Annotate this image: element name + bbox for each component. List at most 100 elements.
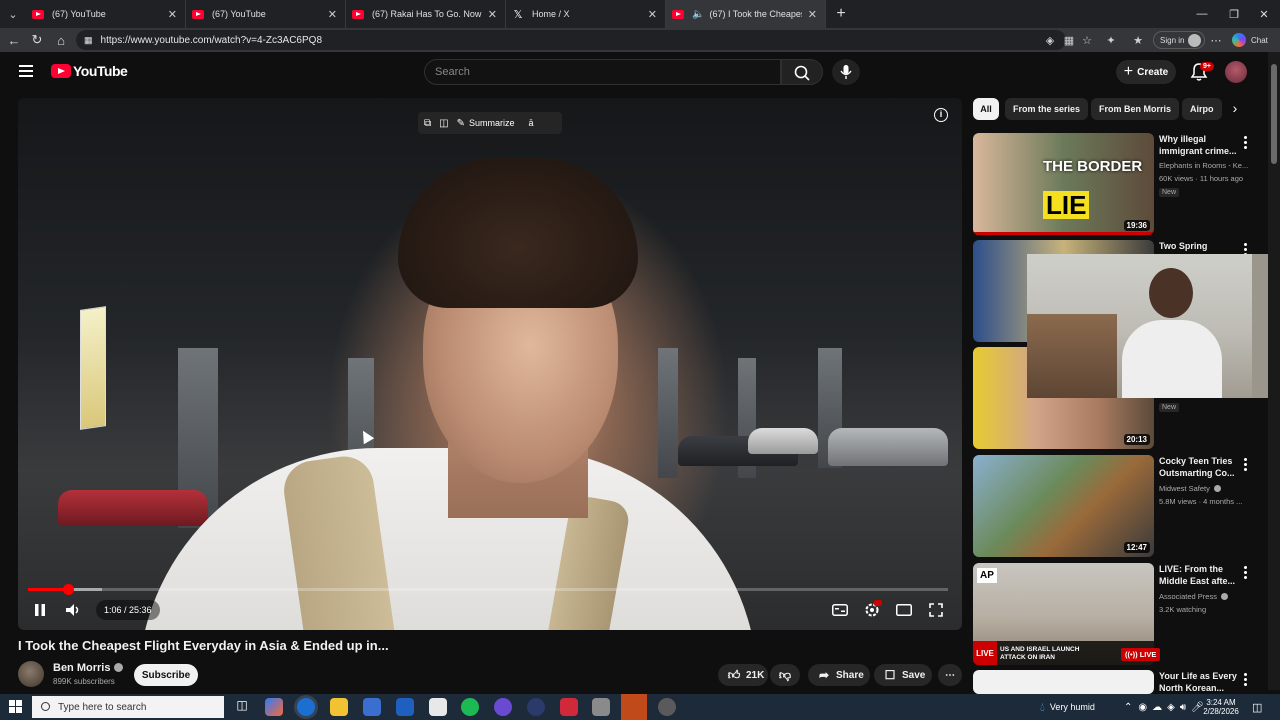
notification-center-icon[interactable]: ◫ (1252, 694, 1262, 720)
youtube-logo-text[interactable]: YouTube (73, 63, 128, 79)
dislike-button[interactable]: 👎︎ (770, 664, 800, 686)
minimize-icon[interactable]: — (1186, 0, 1218, 28)
close-window-icon[interactable]: ✕ (1248, 0, 1280, 28)
taskbar-search-input[interactable]: Type here to search (32, 696, 224, 718)
url-field[interactable]: ▦ https://www.youtube.com/watch?v=4-Zc3A… (76, 30, 1066, 50)
more-vertical-icon[interactable] (1244, 566, 1248, 581)
voice-search-button[interactable] (832, 59, 860, 85)
chip-airports[interactable]: Airpo (1182, 98, 1222, 120)
miniplayer-icon[interactable]: ◫ (439, 118, 448, 129)
refresh-icon[interactable]: ↻ (25, 28, 49, 52)
task-view-icon[interactable]: ◫ (233, 698, 251, 716)
like-button[interactable]: 👍︎ 21K (718, 664, 768, 686)
shield-app-icon[interactable] (592, 698, 610, 716)
recommendation-channel[interactable]: Midwest Safety (1159, 484, 1254, 494)
close-tab-icon[interactable]: ✕ (488, 8, 497, 21)
cloud-icon[interactable]: ☁ (1152, 702, 1162, 713)
more-vertical-icon[interactable] (1244, 136, 1248, 151)
recommendation-thumbnail[interactable] (973, 670, 1154, 694)
microphone-icon[interactable]: 🎤︎ (1191, 702, 1204, 713)
menu-icon[interactable] (19, 65, 33, 77)
chevron-up-icon[interactable]: ⌃ (1124, 702, 1132, 713)
browser-tab[interactable]: (67) Rakai Has To Go. Now - YouTu ✕ (346, 0, 506, 28)
wifi-icon[interactable]: ◈ (1167, 702, 1175, 713)
scrubber-handle[interactable] (62, 584, 74, 595)
red-app-icon[interactable] (560, 698, 578, 716)
search-button[interactable] (781, 59, 823, 85)
close-tab-icon[interactable]: ✕ (328, 8, 337, 21)
close-tab-icon[interactable]: ✕ (168, 8, 177, 21)
close-tab-icon[interactable]: ✕ (648, 8, 657, 21)
translate-icon[interactable]: ◈ (1042, 32, 1058, 48)
recommendation-channel[interactable]: Associated Press (1159, 592, 1254, 602)
clock[interactable]: 3:24 AM 2/28/2026 (1203, 694, 1239, 720)
scrollbar-thumb[interactable] (1271, 64, 1277, 164)
chevron-right-icon[interactable]: › (1226, 100, 1244, 118)
channel-name[interactable]: Ben Morris (53, 662, 124, 674)
new-tab-icon[interactable]: + (826, 0, 856, 28)
file-explorer-icon[interactable] (330, 698, 348, 716)
recommendation-title[interactable]: Why illegal immigrant crime... (1159, 133, 1251, 157)
more-vertical-icon[interactable] (1244, 673, 1248, 688)
recommendation-thumbnail[interactable]: THE BORDER LIE 19:36 (973, 133, 1154, 235)
weather-widget[interactable]: 💧︎ Very humid (1040, 694, 1095, 720)
network-icon[interactable]: ◉ (1138, 702, 1147, 713)
active-app-icon[interactable] (621, 694, 647, 720)
search-input[interactable]: Search (424, 59, 781, 85)
tray-icons[interactable]: ⌃ ◉ ☁ ◈ 🔊︎ 🎤︎ (1124, 694, 1204, 720)
extensions-icon[interactable]: ✦ (1103, 32, 1119, 48)
media-player-icon[interactable] (527, 698, 545, 716)
volume-button[interactable] (62, 599, 84, 621)
captions-button[interactable] (830, 599, 850, 621)
save-button[interactable]: ☐ Save (874, 664, 932, 686)
copilot-chat-button[interactable]: Chat (1232, 31, 1276, 49)
outlook-icon[interactable] (396, 698, 414, 716)
fullscreen-button[interactable] (926, 599, 946, 621)
notepad-icon[interactable] (429, 698, 447, 716)
more-options-icon[interactable]: ⋯ (1208, 32, 1224, 48)
speaker-icon[interactable]: 🔊︎ (1180, 702, 1186, 713)
summarize-button[interactable]: Summarize (469, 118, 515, 128)
settings-button[interactable] (861, 599, 883, 621)
steam-icon[interactable] (658, 698, 676, 716)
recommendation-title[interactable]: Cocky Teen Tries Outsmarting Co... (1159, 455, 1251, 479)
account-avatar[interactable] (1225, 61, 1247, 83)
more-vertical-icon[interactable] (1244, 458, 1248, 473)
discord-icon[interactable] (494, 698, 512, 716)
pause-button[interactable] (30, 599, 50, 621)
app-available-icon[interactable]: ▦ (1061, 32, 1077, 48)
translate-icon[interactable]: ā (529, 118, 534, 128)
close-tab-icon[interactable]: ✕ (808, 8, 817, 21)
chip-all[interactable]: All (973, 98, 999, 120)
recommendation-channel[interactable]: Elephants in Rooms - Ke... (1159, 161, 1254, 171)
theater-mode-button[interactable] (894, 599, 914, 621)
browser-tab[interactable]: (67) YouTube ✕ (26, 0, 186, 28)
edge-browser-icon[interactable] (297, 698, 315, 716)
tab-list-dropdown-icon[interactable]: ⌄ (0, 0, 26, 28)
copilot-app-icon[interactable] (265, 698, 283, 716)
recommendation-title[interactable]: LIVE: From the Middle East afte... (1159, 563, 1251, 587)
home-icon[interactable]: ⌂ (49, 28, 73, 52)
more-actions-button[interactable]: ⋯ (938, 664, 962, 686)
back-icon[interactable]: ← (2, 28, 26, 52)
recommendation-title[interactable]: Your Life as Every North Korean... (1159, 670, 1251, 694)
page-scrollbar[interactable] (1268, 52, 1280, 690)
create-button[interactable]: + Create (1116, 60, 1176, 84)
sign-in-button[interactable]: Sign in (1153, 31, 1205, 49)
store-icon[interactable] (363, 698, 381, 716)
chip-from-the-series[interactable]: From the series (1005, 98, 1089, 120)
subscribe-button[interactable]: Subscribe (134, 664, 198, 686)
recommendation-title[interactable]: Two Spring (1159, 240, 1251, 252)
browser-tab[interactable]: (67) YouTube ✕ (186, 0, 346, 28)
favorites-icon[interactable]: ★ (1130, 32, 1146, 48)
browser-tab-active[interactable]: 🔈 (67) I Took the Cheapest Fligh ✕ (666, 0, 826, 28)
recommendation-thumbnail[interactable]: 12:47 (973, 455, 1154, 557)
speaker-icon[interactable]: 🔈 (692, 9, 704, 20)
channel-avatar[interactable] (18, 661, 44, 687)
picture-in-picture-icon[interactable]: ⧉ (424, 118, 431, 129)
chip-from-ben-morris[interactable]: From Ben Morris (1091, 98, 1180, 120)
share-button[interactable]: ➦ Share (808, 664, 870, 686)
video-player[interactable] (18, 98, 962, 630)
windows-start-icon[interactable] (9, 700, 22, 713)
info-icon[interactable]: i (934, 108, 948, 122)
